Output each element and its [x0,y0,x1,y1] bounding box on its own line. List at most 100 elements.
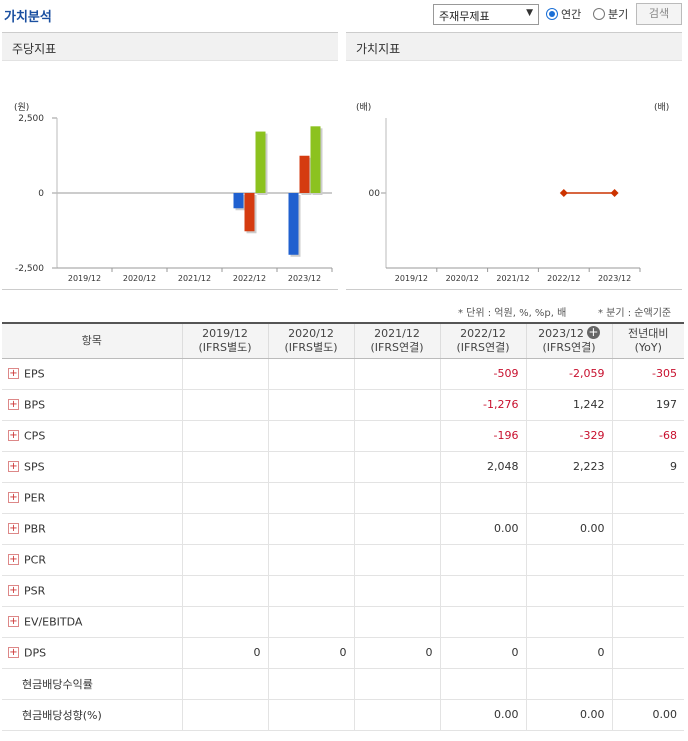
value-cell: 1,242 [525,389,612,421]
year-header: 2020/12 (IFRS별도) [267,322,354,359]
value-cell: 2,048 [439,451,526,483]
value-cell [525,668,612,700]
value-cell [181,606,268,638]
x-tick-label: 2023/12 [288,274,321,283]
value-cell: 0.00 [439,513,526,545]
year-header: 2022/12 (IFRS연결) [439,322,526,359]
yoy-label: 전년대비 [628,326,669,340]
basis-label: (IFRS연결) [456,340,510,354]
year-label: 2020/12 [288,326,334,340]
value-cell: 0.00 [525,513,612,545]
row-label-cell[interactable]: + PER [2,482,182,514]
row-label-cell[interactable]: + PSR [2,575,182,607]
year-label: 2023/12 [538,327,584,341]
value-cell [181,544,268,576]
year-label: 2022/12 [460,326,506,340]
valuation-panel: 가치지표 (배) (배) 00 2019/12 2020/12 2021/12 2022/1… [346,32,682,290]
value-cell [267,513,354,545]
search-button[interactable]: 검색 [636,3,682,25]
value-cell [181,358,268,390]
radio-quarter-label: 분기 [608,8,629,21]
value-cell: -1,276 [439,389,526,421]
expand-icon[interactable]: + [8,616,19,628]
table-row: + EV/EBITDA [2,606,684,638]
x-tick-label: 2020/12 [446,274,479,283]
table-row: + EPS -509 -2,059 -305 [2,358,684,390]
value-cell [611,668,684,700]
expand-icon[interactable]: + [8,523,19,535]
y-unit-right: (배) [654,102,669,113]
row-label: DPS [24,646,47,660]
value-cell [267,420,354,452]
value-cell [525,544,612,576]
expand-icon[interactable]: + [8,399,19,411]
item-header: 항목 [2,322,182,359]
y-tick-label: 2,500 [18,114,44,124]
value-cell [353,451,440,483]
section-title: 가치분석 [4,10,52,25]
value-cell [611,575,684,607]
value-cell [353,420,440,452]
value-cell: -305 [611,358,684,390]
value-cell: 9 [611,451,684,483]
per-share-panel: 주당지표 (원) 2,500 0 -2,500 2019/12 2020/12 2021/1… [2,32,338,290]
expand-icon[interactable]: + [8,554,19,566]
pbr-point [610,189,619,197]
expand-icon[interactable]: + [8,461,19,473]
per-share-chart: (원)2,500 0 -2,500 2019/12 2020/12 2021/12 2022… [14,102,333,283]
expand-icon[interactable]: + [8,647,19,659]
radio-annual[interactable]: 연간 [546,6,581,22]
radio-checked-icon [546,8,558,20]
table-row: + SPS 2,048 2,223 9 [2,451,684,483]
value-cell [439,668,526,700]
expand-icon[interactable]: + [8,430,19,442]
value-cell [353,389,440,421]
value-cell: 0 [525,637,612,669]
value-cell [267,668,354,700]
y-unit-left: (배) [356,102,371,113]
chevron-down-icon: ▼ [526,8,533,18]
add-column-icon[interactable]: + [586,326,600,340]
table-row: + DPS 0 0 0 0 0 [2,637,684,669]
value-cell: 0.00 [439,699,526,731]
value-cell: 0 [353,637,440,669]
row-label-cell[interactable]: + EPS [2,358,182,390]
expand-icon[interactable]: + [8,368,19,380]
y-unit-label: (원) [14,102,29,113]
value-cell [439,606,526,638]
row-label-cell[interactable]: + SPS [2,451,182,483]
expand-icon[interactable]: + [8,492,19,504]
expand-icon[interactable]: + [8,585,19,597]
table-row: 현금배당수익률 [2,668,684,700]
row-label-cell[interactable]: + PBR [2,513,182,545]
bar-bps [244,193,255,232]
table-row: + CPS -196 -329 -68 [2,420,684,452]
quarter-note: * 분기 : 순액기준 [598,308,672,319]
radio-quarter[interactable]: 분기 [593,6,628,22]
value-cell: 197 [611,389,684,421]
y-tick-label: 0 [38,189,44,199]
table-body: + EPS -509 -2,059 -305 + BPS -1,276 1,242 197 + CPS… [2,358,684,731]
row-label: 현금배당성향(%) [22,708,102,722]
value-cell [525,482,612,514]
row-label: EV/EBITDA [24,615,83,629]
bar-sps [255,131,266,193]
row-label-cell: 현금배당성향(%) [2,699,182,731]
row-label-cell[interactable]: + CPS [2,420,182,452]
row-label-cell[interactable]: + BPS [2,389,182,421]
row-label-cell[interactable]: + PCR [2,544,182,576]
value-cell [181,451,268,483]
basis-label: (IFRS별도) [198,340,252,354]
value-cell [267,482,354,514]
row-label: SPS [24,460,45,474]
value-cell [181,420,268,452]
row-label-cell[interactable]: + EV/EBITDA [2,606,182,638]
row-label-cell[interactable]: + DPS [2,637,182,669]
table-row: + BPS -1,276 1,242 197 [2,389,684,421]
value-cell [181,575,268,607]
valuation-chart: (배) (배) 00 2019/12 2020/12 2021/12 2022/12 2023… [356,102,669,283]
x-tick-label: 2022/12 [547,274,580,283]
value-cell [267,389,354,421]
header: 가치분석 주재무제표 ▼ 연간 분기 검색 [0,0,688,30]
statement-select[interactable]: 주재무제표 ▼ [433,4,539,25]
